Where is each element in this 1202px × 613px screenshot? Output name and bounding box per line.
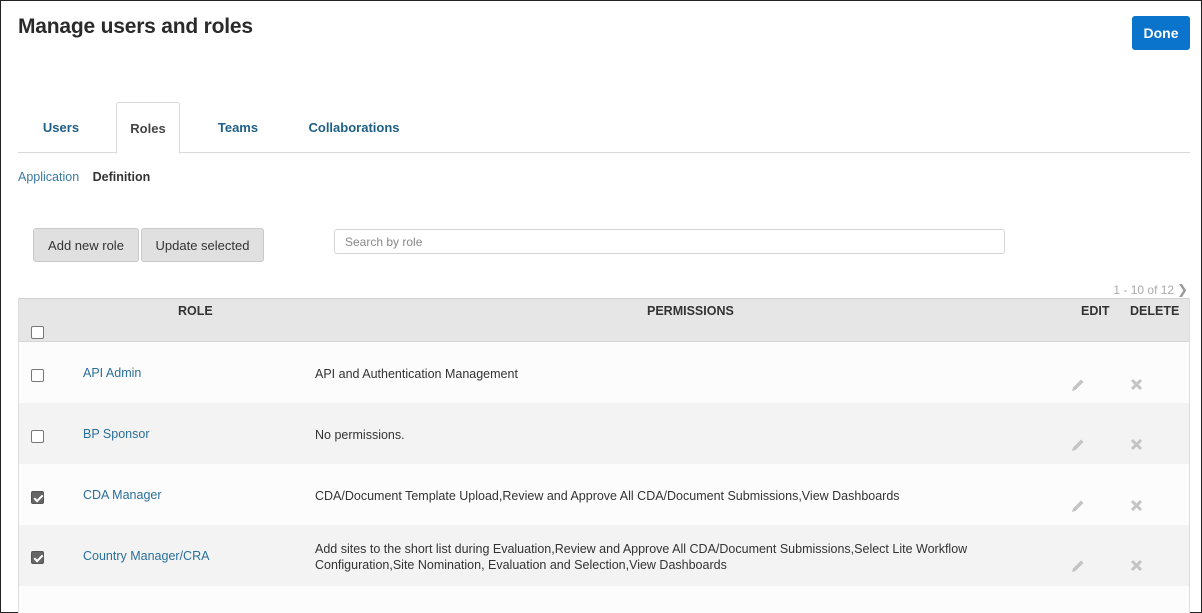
select-all-checkbox[interactable] [31, 326, 44, 339]
edit-pencil-icon[interactable] [1070, 558, 1086, 574]
sub-navigation: Application Definition [18, 170, 160, 184]
tab-collaborations[interactable]: Collaborations [296, 102, 412, 153]
delete-x-icon[interactable] [1130, 378, 1143, 391]
next-page-chevron-icon[interactable]: ❯ [1177, 282, 1188, 298]
delete-x-icon[interactable] [1130, 559, 1143, 572]
done-button[interactable]: Done [1132, 16, 1190, 50]
table-row-partial [19, 586, 1189, 613]
role-permissions: API and Authentication Management [315, 367, 518, 381]
column-header-permissions: PERMISSIONS [647, 304, 734, 318]
table-row: Country Manager/CRA Add sites to the sho… [19, 525, 1189, 586]
role-link[interactable]: BP Sponsor [83, 427, 149, 441]
add-new-role-button[interactable]: Add new role [33, 228, 139, 262]
role-link[interactable]: Country Manager/CRA [83, 549, 209, 563]
edit-pencil-icon[interactable] [1070, 498, 1086, 514]
delete-x-icon[interactable] [1130, 438, 1143, 451]
pagination: 1 - 10 of 12 ❯ [1113, 282, 1188, 298]
tab-bar: Users Roles Teams Collaborations [18, 102, 1190, 154]
role-permissions: Add sites to the short list during Evalu… [315, 542, 968, 572]
subnav-application[interactable]: Application [18, 170, 79, 184]
column-header-role: ROLE [178, 304, 213, 318]
role-permissions: No permissions. [315, 428, 405, 442]
page-title: Manage users and roles [18, 15, 253, 38]
roles-table: ROLE PERMISSIONS EDIT DELETE API Admin A… [18, 298, 1190, 613]
column-header-delete: DELETE [1130, 304, 1180, 318]
row-checkbox[interactable] [31, 369, 44, 382]
edit-pencil-icon[interactable] [1070, 377, 1086, 393]
tab-teams[interactable]: Teams [194, 102, 282, 153]
row-checkbox[interactable] [31, 491, 44, 504]
table-row: BP Sponsor No permissions. [19, 403, 1189, 464]
tab-users[interactable]: Users [18, 102, 104, 153]
row-checkbox[interactable] [31, 551, 44, 564]
role-link[interactable]: API Admin [83, 366, 141, 380]
row-checkbox[interactable] [31, 430, 44, 443]
table-header: ROLE PERMISSIONS EDIT DELETE [19, 298, 1189, 342]
edit-pencil-icon[interactable] [1070, 437, 1086, 453]
search-role-input[interactable] [334, 229, 1005, 254]
delete-x-icon[interactable] [1130, 499, 1143, 512]
tab-roles[interactable]: Roles [116, 102, 180, 154]
role-link[interactable]: CDA Manager [83, 488, 162, 502]
pagination-text: 1 - 10 of 12 [1113, 283, 1175, 297]
update-selected-button[interactable]: Update selected [141, 228, 264, 262]
table-row: API Admin API and Authentication Managem… [19, 342, 1189, 403]
role-permissions: CDA/Document Template Upload,Review and … [315, 489, 900, 503]
subnav-definition[interactable]: Definition [93, 170, 151, 184]
table-row: CDA Manager CDA/Document Template Upload… [19, 464, 1189, 525]
column-header-edit: EDIT [1081, 304, 1110, 318]
